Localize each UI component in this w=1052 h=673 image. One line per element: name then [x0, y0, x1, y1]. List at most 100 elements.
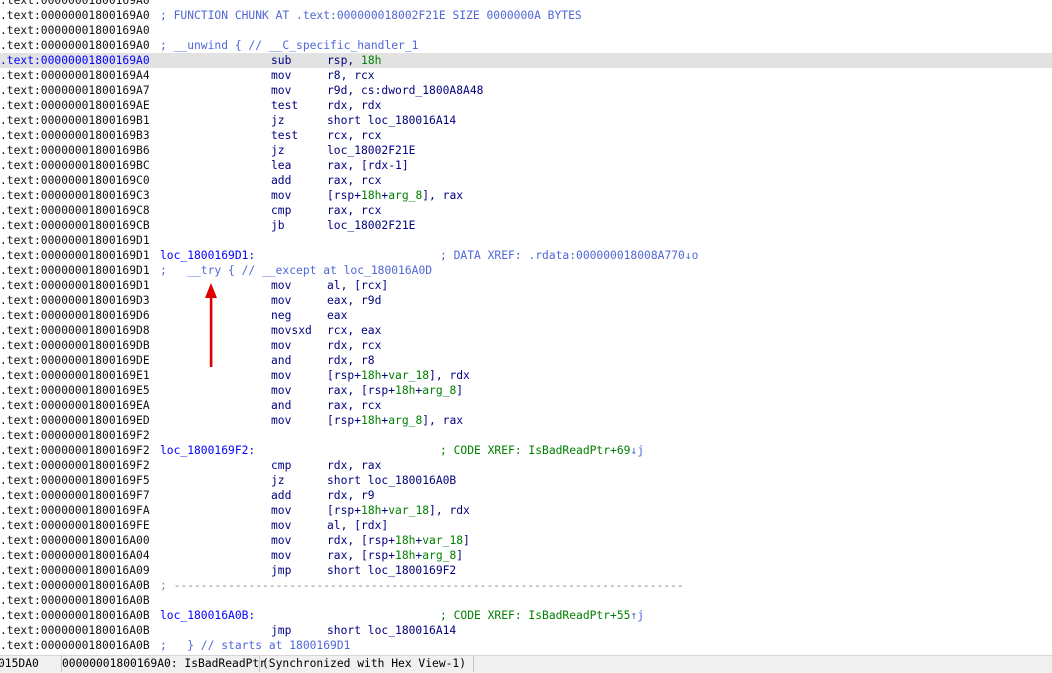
listing-line[interactable]: .text:00000001800169CB jb loc_18002F21E: [0, 218, 1052, 233]
instruction-operands[interactable]: [rsp+18h+arg_8], rax: [327, 188, 463, 203]
listing-line[interactable]: .text:0000000180016A0B jmp short loc_18001…: [0, 623, 1052, 638]
instruction-mnemonic[interactable]: jz: [271, 143, 285, 158]
instruction-mnemonic[interactable]: jmp: [271, 563, 291, 578]
listing-line[interactable]: .text:00000001800169B1 jz short loc_180016…: [0, 113, 1052, 128]
instruction-mnemonic[interactable]: mov: [271, 383, 291, 398]
instruction-operands[interactable]: loc_18002F21E: [327, 218, 415, 233]
instruction-operands[interactable]: short loc_1800169F2: [327, 563, 456, 578]
code-label[interactable]: loc_1800169F2:: [160, 443, 255, 458]
listing-line[interactable]: .text:0000000180016A09 jmp short loc_18001…: [0, 563, 1052, 578]
instruction-mnemonic[interactable]: neg: [271, 308, 291, 323]
listing-line[interactable]: .text:00000001800169D1 ; __try { // __exc…: [0, 263, 1052, 278]
listing-line[interactable]: .text:00000001800169F2: [0, 428, 1052, 443]
listing-line[interactable]: .text:00000001800169A7 mov r9d, cs:dword_1…: [0, 83, 1052, 98]
instruction-operands[interactable]: [rsp+18h+var_18], rdx: [327, 503, 470, 518]
instruction-operands[interactable]: rdx, [rsp+18h+var_18]: [327, 533, 470, 548]
instruction-mnemonic[interactable]: mov: [271, 533, 291, 548]
code-label[interactable]: loc_1800169D1:: [160, 248, 255, 263]
instruction-mnemonic[interactable]: mov: [271, 188, 291, 203]
instruction-operands[interactable]: rsp, 18h: [327, 53, 381, 68]
instruction-mnemonic[interactable]: test: [271, 128, 298, 143]
listing-line[interactable]: .text:00000001800169F7 add rdx, r9: [0, 488, 1052, 503]
instruction-mnemonic[interactable]: jb: [271, 218, 285, 233]
instruction-operands[interactable]: al, [rdx]: [327, 518, 388, 533]
instruction-operands[interactable]: rdx, rdx: [327, 98, 381, 113]
instruction-operands[interactable]: short loc_180016A14: [327, 113, 456, 128]
listing-line[interactable]: .text:00000001800169ED mov [rsp+18h+arg_8]…: [0, 413, 1052, 428]
instruction-mnemonic[interactable]: add: [271, 173, 291, 188]
instruction-mnemonic[interactable]: mov: [271, 278, 291, 293]
instruction-operands[interactable]: eax, r9d: [327, 293, 381, 308]
listing-line[interactable]: .text:00000001800169DB mov rdx, rcx: [0, 338, 1052, 353]
instruction-mnemonic[interactable]: cmp: [271, 203, 291, 218]
listing-line[interactable]: .text:00000001800169D1 loc_1800169D1: ; DA…: [0, 248, 1052, 263]
instruction-operands[interactable]: rdx, r9: [327, 488, 375, 503]
instruction-operands[interactable]: rax, rcx: [327, 203, 381, 218]
instruction-mnemonic[interactable]: and: [271, 398, 291, 413]
instruction-operands[interactable]: loc_18002F21E: [327, 143, 415, 158]
listing-line[interactable]: .text:00000001800169C0 add rax, rcx: [0, 173, 1052, 188]
instruction-operands[interactable]: short loc_180016A0B: [327, 473, 456, 488]
instruction-mnemonic[interactable]: lea: [271, 158, 291, 173]
instruction-operands[interactable]: rax, rcx: [327, 173, 381, 188]
instruction-operands[interactable]: r8, rcx: [327, 68, 375, 83]
listing-line[interactable]: .text:0000000180016A00 mov rdx, [rsp+18h+v…: [0, 533, 1052, 548]
instruction-operands[interactable]: rcx, rcx: [327, 128, 381, 143]
instruction-operands[interactable]: rdx, rax: [327, 458, 381, 473]
instruction-mnemonic[interactable]: mov: [271, 413, 291, 428]
instruction-operands[interactable]: rax, [rsp+18h+arg_8]: [327, 548, 463, 563]
listing-line[interactable]: .text:00000001800169EA and rax, rcx: [0, 398, 1052, 413]
instruction-operands[interactable]: rax, [rsp+18h+arg_8]: [327, 383, 463, 398]
instruction-operands[interactable]: al, [rcx]: [327, 278, 388, 293]
instruction-mnemonic[interactable]: and: [271, 353, 291, 368]
instruction-mnemonic[interactable]: mov: [271, 68, 291, 83]
listing-line[interactable]: .text:00000001800169D3 mov eax, r9d: [0, 293, 1052, 308]
listing-line[interactable]: .text:00000001800169A4 mov r8, rcx: [0, 68, 1052, 83]
instruction-mnemonic[interactable]: mov: [271, 293, 291, 308]
instruction-mnemonic[interactable]: mov: [271, 368, 291, 383]
instruction-mnemonic[interactable]: mov: [271, 338, 291, 353]
instruction-mnemonic[interactable]: add: [271, 488, 291, 503]
instruction-operands[interactable]: short loc_180016A14: [327, 623, 456, 638]
listing-line[interactable]: .text:00000001800169C8 cmp rax, rcx: [0, 203, 1052, 218]
instruction-mnemonic[interactable]: mov: [271, 83, 291, 98]
instruction-mnemonic[interactable]: test: [271, 98, 298, 113]
instruction-mnemonic[interactable]: sub: [271, 53, 291, 68]
instruction-mnemonic[interactable]: jz: [271, 113, 285, 128]
xref-comment[interactable]: ; DATA XREF: .rdata:000000018008A770↓o: [440, 248, 698, 263]
listing-line[interactable]: .text:00000001800169F2 loc_1800169F2: ; CO…: [0, 443, 1052, 458]
instruction-operands[interactable]: r9d, cs:dword_1800A8A48: [327, 83, 483, 98]
listing-line[interactable]: .text:00000001800169A0: [0, 23, 1052, 38]
listing-line[interactable]: .text:00000001800169FE mov al, [rdx]: [0, 518, 1052, 533]
instruction-mnemonic[interactable]: mov: [271, 503, 291, 518]
listing-line[interactable]: .text:00000001800169D1 mov al, [rcx]: [0, 278, 1052, 293]
listing-line[interactable]: .text:00000001800169D8 movsxd rcx, eax: [0, 323, 1052, 338]
instruction-mnemonic[interactable]: jmp: [271, 623, 291, 638]
instruction-operands[interactable]: eax: [327, 308, 347, 323]
listing-line[interactable]: .text:00000001800169A0 ; FUNCTION CHUNK A…: [0, 8, 1052, 23]
instruction-operands[interactable]: [rsp+18h+var_18], rdx: [327, 368, 470, 383]
listing-line-current[interactable]: .text:00000001800169A0 sub rsp, 18h: [0, 53, 1052, 68]
listing-line[interactable]: .text:00000001800169A0 ; __unwind { // __…: [0, 38, 1052, 53]
listing-line[interactable]: .text:0000000180016A0B loc_180016A0B: ; CO…: [0, 608, 1052, 623]
listing-line[interactable]: .text:00000001800169F2 cmp rdx, rax: [0, 458, 1052, 473]
listing-line[interactable]: .text:00000001800169D1: [0, 233, 1052, 248]
listing-line[interactable]: .text:00000001800169AE test rdx, rdx: [0, 98, 1052, 113]
instruction-mnemonic[interactable]: mov: [271, 518, 291, 533]
disassembly-listing[interactable]: .text:00000001800169A0 .text:000000018001…: [0, 0, 1052, 655]
instruction-operands[interactable]: [rsp+18h+arg_8], rax: [327, 413, 463, 428]
listing-line[interactable]: .text:00000001800169C3 mov [rsp+18h+arg_8]…: [0, 188, 1052, 203]
instruction-mnemonic[interactable]: movsxd: [271, 323, 312, 338]
listing-line[interactable]: .text:00000001800169FA mov [rsp+18h+var_18…: [0, 503, 1052, 518]
xref-comment[interactable]: ; CODE XREF: IsBadReadPtr+69↓j: [440, 443, 644, 458]
listing-line[interactable]: .text:00000001800169F5 jz short loc_180016…: [0, 473, 1052, 488]
listing-line[interactable]: .text:00000001800169A0: [0, 0, 1052, 8]
instruction-operands[interactable]: rcx, eax: [327, 323, 381, 338]
instruction-mnemonic[interactable]: cmp: [271, 458, 291, 473]
listing-line[interactable]: .text:00000001800169E1 mov [rsp+18h+var_18…: [0, 368, 1052, 383]
code-label[interactable]: loc_180016A0B:: [160, 608, 255, 623]
listing-line[interactable]: .text:00000001800169BC lea rax, [rdx-1]: [0, 158, 1052, 173]
listing-line[interactable]: .text:00000001800169DE and rdx, r8: [0, 353, 1052, 368]
listing-line[interactable]: .text:00000001800169E5 mov rax, [rsp+18h+a…: [0, 383, 1052, 398]
instruction-operands[interactable]: rax, [rdx-1]: [327, 158, 409, 173]
